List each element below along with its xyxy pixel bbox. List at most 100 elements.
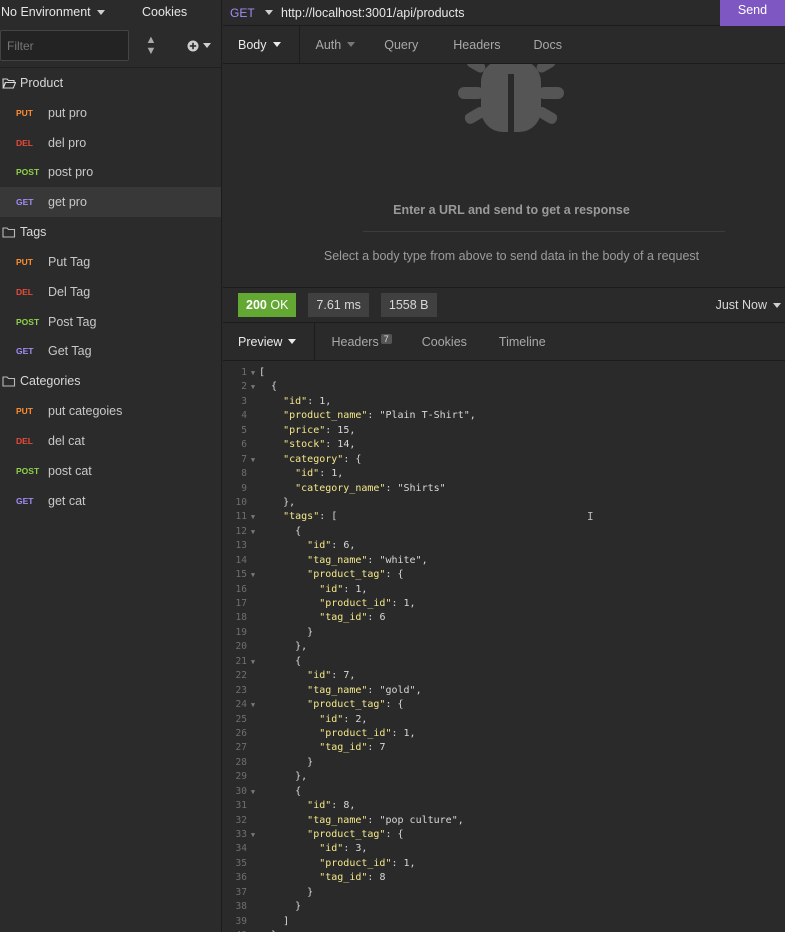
response-status-bar: 200 OK 7.61 ms 1558 B Just Now [223, 287, 785, 323]
code-text: "id": 2, [319, 713, 368, 725]
line-number: 28 [235, 756, 247, 768]
request-item[interactable]: GET Get Tag [0, 337, 221, 367]
tab-body[interactable]: Body [238, 25, 300, 64]
request-label: get cat [48, 493, 86, 508]
request-label: Put Tag [48, 255, 91, 270]
code-line: 10 }, [223, 496, 785, 510]
send-button[interactable]: Send [720, 0, 785, 26]
method-badge: PUT [16, 406, 33, 417]
url-input[interactable] [281, 0, 720, 25]
line-number: 17 [235, 598, 247, 609]
environment-select[interactable]: No Environment [0, 5, 110, 19]
tab-cookies[interactable]: Cookies [422, 323, 467, 361]
code-text: "id": 1, [319, 583, 368, 595]
request-item[interactable]: PUT put pro [0, 98, 221, 128]
request-item[interactable]: GET get pro [0, 187, 221, 218]
code-text: { [259, 525, 302, 537]
code-text: } [259, 756, 314, 768]
fold-toggle-icon[interactable]: ▼ [247, 380, 259, 394]
tab-headers[interactable]: Headers [453, 26, 500, 64]
tab-auth[interactable]: Auth [316, 26, 356, 64]
response-history-select[interactable]: Just Now [716, 298, 781, 312]
filter-input[interactable] [0, 30, 129, 61]
fold-toggle-icon[interactable]: ▼ [247, 828, 259, 842]
request-label: del pro [48, 135, 87, 150]
code-text: "product_id": 1, [319, 857, 416, 869]
code-text: "id": 3, [319, 843, 368, 855]
tab-docs[interactable]: Docs [534, 26, 562, 64]
fold-toggle-icon[interactable]: ▼ [247, 568, 259, 582]
line-number: 38 [235, 901, 247, 913]
response-body-viewer[interactable]: I 1 ▼[2 ▼ {3 "id": 1, 4 "product_name": "Pl… [223, 361, 785, 932]
fold-toggle-icon[interactable]: ▼ [247, 698, 259, 712]
main-panel: GET Send Body Auth Query Headers Docs [223, 0, 785, 932]
request-item[interactable]: POST Post Tag [0, 307, 221, 337]
line-number: 12 [235, 525, 247, 537]
request-label: Del Tag [48, 284, 91, 299]
code-text: "product_tag": { [307, 829, 404, 840]
code-text: "category_name": "Shirts" [295, 482, 446, 494]
request-item[interactable]: POST post pro [0, 158, 221, 188]
line-number: 22 [235, 670, 247, 682]
code-line: 30 ▼ { [223, 785, 785, 799]
status-code: 200 [246, 298, 267, 312]
method-badge: PUT [16, 107, 33, 118]
folder-categories[interactable]: Categories [0, 366, 221, 396]
code-line: 19 } [223, 626, 785, 640]
request-item[interactable]: DEL del pro [0, 128, 221, 158]
line-number: 5 [241, 424, 247, 436]
folder-icon [2, 77, 16, 89]
fold-toggle-icon[interactable]: ▼ [247, 453, 259, 467]
fold-toggle-icon [247, 424, 259, 438]
folder-product[interactable]: Product [0, 68, 221, 98]
response-tabs: Preview Headers 7 Cookies Timeline [223, 322, 785, 361]
request-item[interactable]: POST post cat [0, 456, 221, 486]
tab-preview[interactable]: Preview [238, 322, 316, 361]
line-number: 8 [241, 468, 247, 480]
method-select[interactable]: GET [223, 6, 265, 20]
request-item[interactable]: DEL Del Tag [0, 277, 221, 307]
method-badge: GET [16, 495, 34, 506]
code-text: "category": { [283, 453, 362, 465]
code-line: 4 "product_name": "Plain T-Shirt", [223, 409, 785, 423]
tab-query[interactable]: Query [384, 26, 418, 64]
code-line: 5 "price": 15, [223, 424, 785, 438]
tab-timeline[interactable]: Timeline [499, 323, 546, 361]
cookies-button[interactable]: Cookies [142, 5, 187, 19]
fold-toggle-icon[interactable]: ▼ [247, 785, 259, 799]
fold-toggle-icon [247, 871, 259, 885]
code-line: 8 "id": 1, [223, 467, 785, 481]
tab-label: Auth [315, 37, 342, 52]
tab-label: Preview [238, 334, 283, 349]
line-number: 15 [235, 569, 247, 581]
chevron-down-icon [96, 9, 105, 15]
request-label: del cat [48, 434, 85, 449]
request-item[interactable]: PUT put categoies [0, 396, 221, 426]
fold-toggle-icon [247, 482, 259, 496]
fold-toggle-icon[interactable]: ▼ [247, 525, 259, 539]
add-menu-button[interactable] [187, 40, 211, 52]
folder-label: Product [20, 76, 64, 90]
request-item[interactable]: GET get cat [0, 486, 221, 516]
tab-response-headers[interactable]: Headers 7 [331, 323, 392, 361]
line-number: 10 [235, 496, 247, 508]
code-text: ] [259, 915, 290, 927]
fold-toggle-icon[interactable]: ▼ [247, 655, 259, 669]
method-badge: POST [16, 465, 40, 476]
sort-icon[interactable]: ▲ ▼ [143, 34, 159, 57]
folder-tags[interactable]: Tags [0, 217, 221, 247]
code-line: 14 "tag_name": "white", [223, 554, 785, 568]
line-number: 20 [235, 641, 247, 653]
fold-toggle-icon[interactable]: ▼ [247, 510, 259, 524]
chevron-down-icon [272, 42, 281, 47]
line-number: 33 [235, 829, 247, 840]
fold-toggle-icon[interactable]: ▼ [247, 366, 259, 380]
folder-label: Tags [20, 225, 47, 240]
line-number: 25 [235, 713, 247, 725]
text-cursor-icon: I [587, 510, 594, 523]
request-item[interactable]: DEL del cat [0, 426, 221, 456]
chevron-down-icon[interactable] [265, 10, 273, 15]
method-badge: GET [16, 346, 34, 357]
request-item[interactable]: PUT Put Tag [0, 247, 221, 277]
code-text: "product_tag": { [307, 569, 404, 581]
